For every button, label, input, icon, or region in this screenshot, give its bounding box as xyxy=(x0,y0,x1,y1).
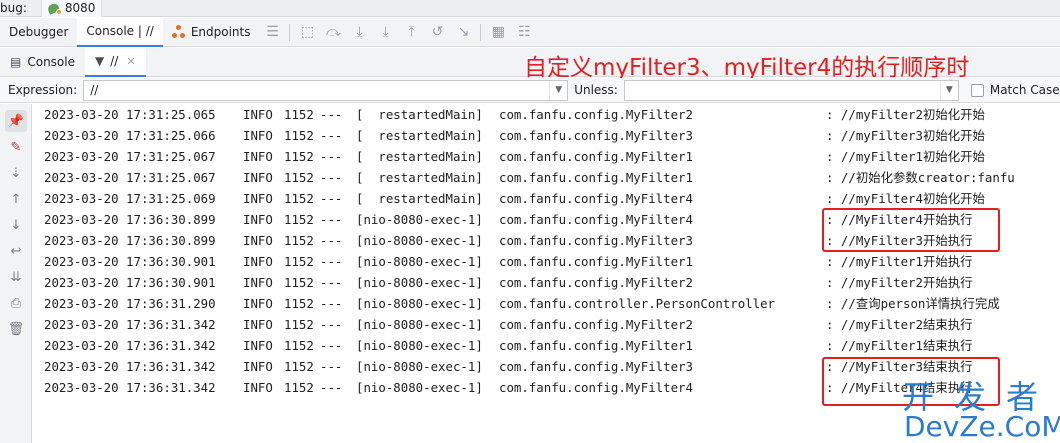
down-icon[interactable]: ↓ xyxy=(5,214,27,236)
log-line: 2023-03-20 17:31:25.067 INFO 1152 ---[ rest… xyxy=(44,170,1015,185)
toolbar-separator xyxy=(289,23,291,41)
subtab-filter-label: // xyxy=(110,54,119,68)
subtab-filter[interactable]: ▼ // ✕ xyxy=(84,47,146,77)
expression-value: // xyxy=(90,83,99,97)
evaluate-icon[interactable]: ▦ xyxy=(485,18,511,47)
run-to-cursor-icon[interactable]: ↘ xyxy=(450,18,476,47)
annotation-caption: 自定义myFilter3、myFilter4的执行顺序时 xyxy=(524,55,970,81)
tab-endpoints-label: Endpoints xyxy=(190,25,251,39)
sort-icon[interactable]: ⇣ xyxy=(5,162,27,184)
scroll-to-end-icon[interactable]: ⇊ xyxy=(5,266,27,288)
log-line: 2023-03-20 17:31:25.066 INFO 1152 ---[ rest… xyxy=(44,128,985,143)
trash-icon[interactable]: 🗑 xyxy=(5,318,27,340)
match-case-checkbox[interactable] xyxy=(970,83,984,97)
log-line: 2023-03-20 17:36:30.901 INFO 1152 --- [nio-8… xyxy=(44,275,973,290)
trace-icon[interactable]: ☷ xyxy=(511,18,537,47)
log-line: 2023-03-20 17:36:30.901 INFO 1152 --- [nio-8… xyxy=(44,254,973,269)
pin-icon[interactable]: 📌 xyxy=(5,110,27,132)
drop-frame-icon[interactable]: ↺ xyxy=(424,18,450,47)
debug-tool-tabs: Debugger Console | // Endpoints ☰ ⬚ ⤼ ⤓ … xyxy=(0,17,1060,47)
force-step-into-icon[interactable]: ⤓ xyxy=(372,18,398,47)
restore-layout-icon[interactable]: ⬚ xyxy=(294,18,320,47)
log-line: 2023-03-20 17:31:25.067 INFO 1152 ---[ rest… xyxy=(44,149,985,164)
run-config-label: 8080 xyxy=(64,1,96,15)
tab-endpoints[interactable]: Endpoints xyxy=(163,18,260,47)
expression-input[interactable]: // ▼ xyxy=(83,79,569,101)
tab-console[interactable]: Console | // xyxy=(77,17,163,47)
log-line: 2023-03-20 17:36:31.342 INFO 1152 --- [nio-8… xyxy=(44,338,973,353)
highlight-box-start xyxy=(822,208,1000,252)
log-line: 2023-03-20 17:36:31.342 INFO 1152 --- [nio-8… xyxy=(44,317,973,332)
step-out-icon[interactable]: ⤒ xyxy=(398,18,424,47)
up-icon[interactable]: ↑ xyxy=(5,188,27,210)
close-icon[interactable]: ✕ xyxy=(126,55,135,68)
toolbar-separator xyxy=(480,23,482,41)
tab-debugger-label: Debugger xyxy=(9,25,69,39)
log-line: 2023-03-20 17:31:25.069 INFO 1152 ---[ rest… xyxy=(44,191,985,206)
grep-filter-bar: Expression: // ▼ Unless: ▼ Match Case xyxy=(0,78,1060,103)
top-debug-bar: bug: 8080 xyxy=(0,0,1060,17)
console-icon: ▤ xyxy=(10,55,22,69)
match-case-label: Match Case xyxy=(989,83,1060,97)
tab-debugger[interactable]: Debugger xyxy=(0,18,77,47)
run-config-tab[interactable]: 8080 xyxy=(40,0,103,17)
console-gutter-toolbar: 📌 ✎ ⇣ ↑ ↓ ↩ ⇊ ⎙ 🗑 xyxy=(0,104,32,443)
subtab-console-label: Console xyxy=(27,55,75,69)
watermark-line2: DevZe.CoM xyxy=(904,410,1060,443)
filter-icon: ▼ xyxy=(94,54,105,68)
soft-wrap-icon[interactable]: ↩ xyxy=(5,240,27,262)
chevron-down-icon[interactable]: ▼ xyxy=(939,80,958,100)
expression-label: Expression: xyxy=(8,83,78,97)
spring-boot-icon xyxy=(46,1,62,15)
watermark: 开发者 DevZe.CoM xyxy=(902,372,1060,443)
unless-input[interactable]: ▼ xyxy=(623,79,959,101)
log-line: 2023-03-20 17:36:31.290 INFO 1152 --- [nio-8… xyxy=(44,296,1000,311)
step-into-icon[interactable]: ⤓ xyxy=(346,18,372,47)
tab-console-label: Console | // xyxy=(86,24,154,38)
clear-icon[interactable]: ✎ xyxy=(5,136,27,158)
menu-icon[interactable]: ☰ xyxy=(259,18,285,47)
subtab-console[interactable]: ▤ Console xyxy=(0,48,85,77)
log-line: 2023-03-20 17:31:25.065 INFO 1152 ---[ rest… xyxy=(44,107,985,122)
chevron-down-icon[interactable]: ▼ xyxy=(549,80,567,100)
print-icon[interactable]: ⎙ xyxy=(5,292,27,314)
debug-label: bug: xyxy=(0,1,27,15)
endpoints-icon xyxy=(171,25,186,39)
unless-label: Unless: xyxy=(574,83,618,97)
step-over-icon[interactable]: ⤼ xyxy=(320,18,346,47)
